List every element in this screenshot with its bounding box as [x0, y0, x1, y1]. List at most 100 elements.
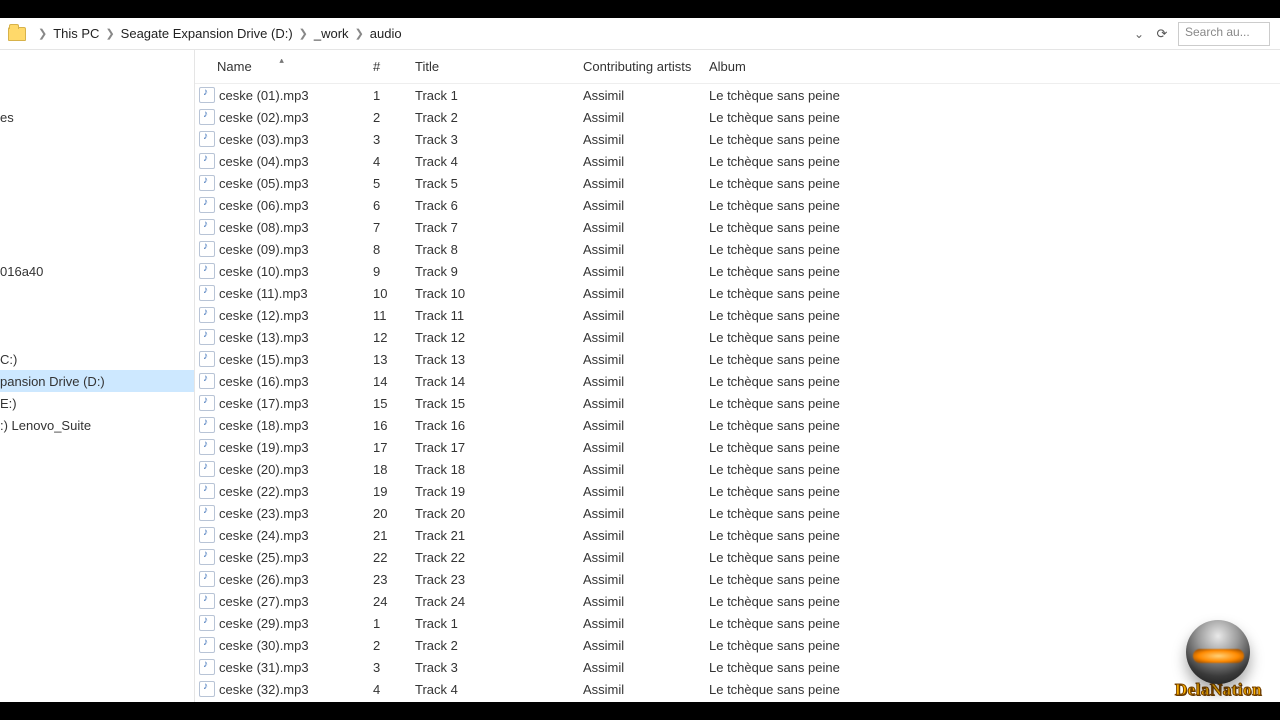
breadcrumb-work[interactable]: _work	[314, 26, 349, 41]
file-list-pane: Name ▴ # Title Contributing artists Albu…	[195, 50, 1280, 702]
column-header-title[interactable]: Title	[409, 59, 577, 74]
file-row[interactable]: ceske (20).mp318Track 18AssimilLe tchèqu…	[195, 458, 1280, 480]
file-row[interactable]: ceske (24).mp321Track 21AssimilLe tchèqu…	[195, 524, 1280, 546]
nav-tree-item[interactable]	[0, 282, 194, 304]
file-album: Le tchèque sans peine	[703, 198, 903, 213]
nav-tree-item[interactable]: es	[0, 106, 194, 128]
file-row[interactable]: ceske (32).mp34Track 4AssimilLe tchèque …	[195, 678, 1280, 700]
file-row[interactable]: ceske (08).mp37Track 7AssimilLe tchèque …	[195, 216, 1280, 238]
audio-file-icon	[199, 87, 215, 103]
audio-file-icon	[199, 175, 215, 191]
file-row[interactable]: ceske (30).mp32Track 2AssimilLe tchèque …	[195, 634, 1280, 656]
audio-file-icon	[199, 571, 215, 587]
file-row[interactable]: ceske (02).mp32Track 2AssimilLe tchèque …	[195, 106, 1280, 128]
column-header-label: Name	[217, 59, 252, 74]
nav-tree-item[interactable]	[0, 128, 194, 150]
file-name: ceske (32).mp3	[219, 682, 309, 697]
file-row[interactable]: ceske (27).mp324Track 24AssimilLe tchèqu…	[195, 590, 1280, 612]
file-row[interactable]: ceske (09).mp38Track 8AssimilLe tchèque …	[195, 238, 1280, 260]
file-album: Le tchèque sans peine	[703, 308, 903, 323]
refresh-icon[interactable]: ⟳	[1152, 24, 1172, 44]
column-header-artist[interactable]: Contributing artists	[577, 59, 703, 74]
nav-tree-item[interactable]	[0, 238, 194, 260]
nav-tree-item[interactable]	[0, 304, 194, 326]
breadcrumb-audio[interactable]: audio	[370, 26, 402, 41]
nav-tree-item[interactable]: pansion Drive (D:)	[0, 370, 194, 392]
file-artist: Assimil	[577, 330, 703, 345]
file-row[interactable]: ceske (31).mp33Track 3AssimilLe tchèque …	[195, 656, 1280, 678]
file-artist: Assimil	[577, 286, 703, 301]
file-row[interactable]: ceske (13).mp312Track 12AssimilLe tchèqu…	[195, 326, 1280, 348]
column-header-name[interactable]: Name ▴	[195, 59, 367, 74]
file-title: Track 6	[409, 198, 577, 213]
file-title: Track 18	[409, 462, 577, 477]
nav-tree-item[interactable]: :) Lenovo_Suite	[0, 414, 194, 436]
chevron-down-icon[interactable]: ⌄	[1130, 25, 1148, 43]
nav-tree-item[interactable]	[0, 172, 194, 194]
nav-tree-item[interactable]	[0, 216, 194, 238]
audio-file-icon	[199, 197, 215, 213]
file-track-number: 15	[367, 396, 409, 411]
file-row[interactable]: ceske (06).mp36Track 6AssimilLe tchèque …	[195, 194, 1280, 216]
file-artist: Assimil	[577, 308, 703, 323]
file-album: Le tchèque sans peine	[703, 88, 903, 103]
file-artist: Assimil	[577, 440, 703, 455]
file-row[interactable]: ceske (15).mp313Track 13AssimilLe tchèqu…	[195, 348, 1280, 370]
file-row[interactable]: ceske (12).mp311Track 11AssimilLe tchèqu…	[195, 304, 1280, 326]
nav-tree-item[interactable]	[0, 326, 194, 348]
breadcrumb-drive[interactable]: Seagate Expansion Drive (D:)	[121, 26, 293, 41]
search-input[interactable]: Search au...	[1178, 22, 1270, 46]
file-name: ceske (12).mp3	[219, 308, 309, 323]
column-header-number[interactable]: #	[367, 59, 409, 74]
chevron-right-icon: ❯	[355, 27, 364, 40]
file-row[interactable]: ceske (05).mp35Track 5AssimilLe tchèque …	[195, 172, 1280, 194]
column-header-album[interactable]: Album	[703, 59, 903, 74]
file-row[interactable]: ceske (03).mp33Track 3AssimilLe tchèque …	[195, 128, 1280, 150]
file-row[interactable]: ceske (17).mp315Track 15AssimilLe tchèqu…	[195, 392, 1280, 414]
nav-tree-item[interactable]	[0, 150, 194, 172]
file-artist: Assimil	[577, 176, 703, 191]
file-row[interactable]: ceske (29).mp31Track 1AssimilLe tchèque …	[195, 612, 1280, 634]
file-name: ceske (20).mp3	[219, 462, 309, 477]
nav-tree-label: C:)	[0, 352, 17, 367]
nav-tree-item[interactable]: C:)	[0, 348, 194, 370]
file-artist: Assimil	[577, 528, 703, 543]
file-row[interactable]: ceske (19).mp317Track 17AssimilLe tchèqu…	[195, 436, 1280, 458]
file-row[interactable]: ceske (23).mp320Track 20AssimilLe tchèqu…	[195, 502, 1280, 524]
nav-tree-item[interactable]	[0, 194, 194, 216]
file-title: Track 1	[409, 88, 577, 103]
nav-tree-label: pansion Drive (D:)	[0, 374, 105, 389]
file-name: ceske (17).mp3	[219, 396, 309, 411]
file-row[interactable]: ceske (04).mp34Track 4AssimilLe tchèque …	[195, 150, 1280, 172]
file-row[interactable]: ceske (26).mp323Track 23AssimilLe tchèqu…	[195, 568, 1280, 590]
file-title: Track 4	[409, 682, 577, 697]
nav-tree-item[interactable]: 016a40	[0, 260, 194, 282]
file-row[interactable]: ceske (16).mp314Track 14AssimilLe tchèqu…	[195, 370, 1280, 392]
file-track-number: 3	[367, 660, 409, 675]
breadcrumb-this-pc[interactable]: This PC	[53, 26, 99, 41]
audio-file-icon	[199, 439, 215, 455]
file-row[interactable]: ceske (11).mp310Track 10AssimilLe tchèqu…	[195, 282, 1280, 304]
file-album: Le tchèque sans peine	[703, 396, 903, 411]
audio-file-icon	[199, 109, 215, 125]
file-name: ceske (06).mp3	[219, 198, 309, 213]
file-name: ceske (26).mp3	[219, 572, 309, 587]
file-name: ceske (09).mp3	[219, 242, 309, 257]
file-track-number: 4	[367, 682, 409, 697]
navigation-pane[interactable]: es 016a40 C:) pansion Drive (D:) E:):) Lenov…	[0, 50, 195, 702]
file-album: Le tchèque sans peine	[703, 506, 903, 521]
file-row[interactable]: ceske (22).mp319Track 19AssimilLe tchèqu…	[195, 480, 1280, 502]
file-row[interactable]: ceske (10).mp39Track 9AssimilLe tchèque …	[195, 260, 1280, 282]
file-row[interactable]: ceske (25).mp322Track 22AssimilLe tchèqu…	[195, 546, 1280, 568]
file-row[interactable]: ceske (01).mp31Track 1AssimilLe tchèque …	[195, 84, 1280, 106]
file-track-number: 10	[367, 286, 409, 301]
file-track-number: 12	[367, 330, 409, 345]
file-name: ceske (29).mp3	[219, 616, 309, 631]
audio-file-icon	[199, 505, 215, 521]
nav-tree-item[interactable]	[0, 84, 194, 106]
file-row[interactable]: ceske (18).mp316Track 16AssimilLe tchèqu…	[195, 414, 1280, 436]
nav-tree-item[interactable]: E:)	[0, 392, 194, 414]
file-artist: Assimil	[577, 110, 703, 125]
chevron-right-icon: ❯	[299, 27, 308, 40]
file-name: ceske (03).mp3	[219, 132, 309, 147]
